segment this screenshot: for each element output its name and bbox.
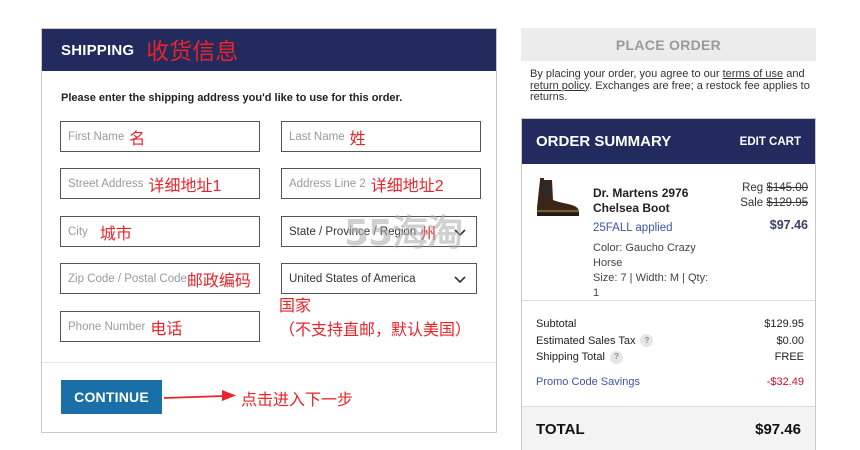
place-order-button[interactable]: PLACE ORDER	[521, 28, 816, 61]
last-name-annotation: 姓	[349, 130, 366, 148]
promo-savings-row: Promo Code Savings -$32.49	[536, 376, 804, 388]
shipping-title: SHIPPING	[61, 41, 135, 59]
order-summary-title: ORDER SUMMARY	[536, 133, 672, 150]
shipping-instructions: Please enter the shipping address you'd …	[61, 92, 403, 104]
country-annotation-line2: （不支持直邮，默认美国）	[279, 322, 472, 339]
return-policy-link[interactable]: return policy	[530, 80, 589, 92]
subtotal-label: Subtotal	[536, 318, 577, 330]
sale-label: Sale	[740, 196, 764, 209]
zip-code-annotation: 邮政编码	[186, 272, 251, 290]
chevron-down-icon	[453, 272, 467, 286]
shipping-total-row: Shipping Total? FREE	[536, 349, 804, 366]
street-address-field[interactable]: Street Address 详细地址1	[60, 168, 260, 199]
edit-cart-link[interactable]: EDIT CART	[740, 136, 801, 148]
first-name-annotation: 名	[129, 130, 146, 148]
order-total-row: TOTAL $97.46	[522, 407, 815, 450]
phone-number-field[interactable]: Phone Number 电话	[60, 311, 260, 342]
help-icon[interactable]: ?	[640, 334, 654, 348]
promo-savings-value: -$32.49	[766, 376, 804, 388]
shipping-title-annotation: 收货信息	[146, 38, 239, 64]
reg-price: $145.00	[766, 182, 808, 194]
zip-code-field[interactable]: Zip Code / Postal Code 邮政编码	[60, 263, 260, 294]
item-name: Dr. Martens 2976 Chelsea Boot	[593, 186, 689, 215]
item-prices: Reg $145.00 Sale $129.95 $97.46	[740, 181, 808, 233]
country-annotation: 国家 （不支持直邮，默认美国）	[279, 295, 471, 343]
watermark: 55海淘	[344, 213, 463, 254]
reg-label: Reg	[742, 182, 764, 194]
shipping-total-label: Shipping Total	[536, 351, 605, 363]
total-value: $97.46	[755, 420, 801, 438]
boot-product-image	[537, 178, 579, 216]
tax-value: $0.00	[776, 334, 804, 347]
subtotal-row: Subtotal $129.95	[536, 316, 804, 333]
first-name-placeholder: First Name	[68, 130, 125, 143]
last-name-placeholder: Last Name	[289, 130, 345, 143]
country-select-value: United States of America	[289, 272, 416, 285]
next-step-annotation: 点击进入下一步	[241, 392, 354, 409]
shipping-header: SHIPPING 收货信息	[42, 29, 496, 71]
cart-item: Dr. Martens 2976 Chelsea Boot 25FALL app…	[522, 164, 815, 301]
first-name-field[interactable]: First Name 名	[60, 121, 260, 152]
order-totals: Subtotal $129.95 Estimated Sales Tax? $0…	[536, 316, 804, 366]
agreement-middle: and	[783, 68, 805, 80]
item-color: Color: Gaucho Crazy Horse	[593, 242, 696, 269]
shipping-total-value: FREE	[774, 351, 804, 363]
street-address-annotation: 详细地址1	[148, 177, 222, 195]
continue-button[interactable]: CONTINUE	[61, 380, 162, 414]
city-annotation: 城市	[99, 225, 132, 243]
promo-savings-label: Promo Code Savings	[536, 376, 640, 388]
subtotal-value: $129.95	[764, 318, 804, 330]
city-placeholder: City	[68, 225, 88, 238]
tax-label: Estimated Sales Tax	[536, 334, 636, 347]
country-annotation-line1: 国家	[279, 298, 312, 315]
city-field[interactable]: City 城市	[60, 216, 260, 247]
zip-code-placeholder: Zip Code / Postal Code	[68, 272, 187, 285]
agreement-prefix: By placing your order, you agree to our	[530, 68, 723, 80]
order-agreement-text: By placing your order, you agree to our …	[530, 68, 815, 104]
phone-number-placeholder: Phone Number	[68, 320, 146, 333]
order-summary-header: ORDER SUMMARY EDIT CART	[522, 119, 815, 164]
address-line2-placeholder: Address Line 2	[289, 177, 366, 190]
help-icon[interactable]: ?	[609, 350, 623, 364]
terms-of-use-link[interactable]: terms of use	[723, 68, 784, 80]
street-address-placeholder: Street Address	[68, 177, 144, 190]
last-name-field[interactable]: Last Name 姓	[281, 121, 481, 152]
tax-row: Estimated Sales Tax? $0.00	[536, 333, 804, 350]
total-label: TOTAL	[536, 420, 585, 438]
item-final-price: $97.46	[769, 218, 808, 232]
country-select[interactable]: United States of America	[281, 263, 477, 294]
sale-price: $129.95	[766, 196, 808, 209]
item-attributes: Color: Gaucho Crazy Horse Size: 7 | Widt…	[593, 241, 713, 301]
address-line2-annotation: 详细地址2	[370, 177, 444, 195]
arrow-right-icon	[163, 390, 236, 401]
item-promo-applied: 25FALL applied	[593, 222, 673, 234]
order-summary-panel: ORDER SUMMARY EDIT CART Dr. Martens 2976…	[521, 118, 816, 450]
phone-number-annotation: 电话	[150, 320, 183, 338]
item-size-width-qty: Size: 7 | Width: M | Qty: 1	[593, 272, 709, 299]
address-line2-field[interactable]: Address Line 2 详细地址2	[281, 168, 481, 199]
shipping-divider	[42, 362, 496, 363]
